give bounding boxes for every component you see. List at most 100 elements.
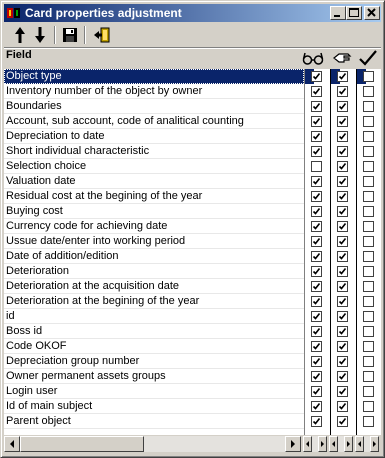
view-checkbox[interactable] (311, 221, 322, 232)
required-column-scrollbar[interactable] (355, 436, 379, 452)
view-checkbox[interactable] (311, 251, 322, 262)
table-row[interactable]: Owner permanent assets groups (4, 369, 381, 384)
view-checkbox[interactable] (311, 326, 322, 337)
field-name-cell[interactable]: Date of addition/edition (4, 249, 304, 264)
move-up-button[interactable] (10, 25, 30, 45)
table-row[interactable]: Deterioration at the acquisition date (4, 279, 381, 294)
field-name-cell[interactable]: Residual cost at the begining of the yea… (4, 189, 304, 204)
checkmark-icon[interactable] (357, 50, 379, 66)
view-checkbox[interactable] (311, 386, 322, 397)
edit-checkbox[interactable] (337, 221, 348, 232)
field-name-cell[interactable]: Parent object (4, 414, 304, 429)
required-checkbox[interactable] (363, 176, 374, 187)
required-checkbox[interactable] (363, 341, 374, 352)
table-row[interactable]: Residual cost at the begining of the yea… (4, 189, 381, 204)
table-row[interactable]: Deterioration at the begining of the yea… (4, 294, 381, 309)
field-name-cell[interactable]: Depreciation group number (4, 354, 304, 369)
field-name-cell[interactable]: Depreciation to date (4, 129, 304, 144)
view-checkbox[interactable] (311, 206, 322, 217)
app-icon[interactable] (6, 5, 22, 21)
table-row[interactable]: Ussue date/enter into working period (4, 234, 381, 249)
edit-checkbox[interactable] (337, 371, 348, 382)
table-row[interactable]: Parent object (4, 414, 381, 429)
required-checkbox[interactable] (363, 326, 374, 337)
scroll-left-button[interactable] (303, 436, 312, 452)
field-name-cell[interactable]: Deterioration at the acquisition date (4, 279, 304, 294)
view-checkbox[interactable] (311, 71, 322, 82)
view-checkbox[interactable] (311, 161, 322, 172)
edit-checkbox[interactable] (337, 266, 348, 277)
view-checkbox[interactable] (311, 416, 322, 427)
field-name-cell[interactable]: Selection choice (4, 159, 304, 174)
exit-button[interactable] (92, 25, 112, 45)
fields-grid[interactable]: Object type Inventory number of the objec… (4, 69, 381, 435)
table-row[interactable]: Inventory number of the object by owner (4, 84, 381, 99)
scroll-left-button[interactable] (4, 436, 20, 452)
edit-checkbox[interactable] (337, 86, 348, 97)
required-checkbox[interactable] (363, 101, 374, 112)
maximize-button[interactable] (346, 6, 362, 20)
view-checkbox[interactable] (311, 101, 322, 112)
view-checkbox[interactable] (311, 401, 322, 412)
edit-checkbox[interactable] (337, 281, 348, 292)
field-name-cell[interactable]: Object type (4, 69, 304, 84)
field-name-cell[interactable]: Code OKOF (4, 339, 304, 354)
scroll-left-button[interactable] (355, 436, 364, 452)
scroll-right-button[interactable] (318, 436, 327, 452)
horizontal-scrollbar[interactable] (4, 436, 301, 452)
required-checkbox[interactable] (363, 146, 374, 157)
required-checkbox[interactable] (363, 311, 374, 322)
field-name-cell[interactable]: Buying cost (4, 204, 304, 219)
table-row[interactable]: Boss id (4, 324, 381, 339)
required-checkbox[interactable] (363, 251, 374, 262)
table-row[interactable]: Depreciation to date (4, 129, 381, 144)
table-row[interactable]: Deterioration (4, 264, 381, 279)
edit-column-scrollbar[interactable] (329, 436, 353, 452)
table-row[interactable]: Boundaries (4, 99, 381, 114)
edit-checkbox[interactable] (337, 296, 348, 307)
view-checkbox[interactable] (311, 356, 322, 367)
field-column-header[interactable]: Field (6, 49, 32, 61)
view-checkbox[interactable] (311, 146, 322, 157)
edit-checkbox[interactable] (337, 176, 348, 187)
scroll-right-button[interactable] (285, 436, 301, 452)
table-row[interactable]: Selection choice (4, 159, 381, 174)
view-checkbox[interactable] (311, 176, 322, 187)
table-row[interactable]: Buying cost (4, 204, 381, 219)
view-checkbox[interactable] (311, 131, 322, 142)
edit-checkbox[interactable] (337, 101, 348, 112)
field-name-cell[interactable]: Deterioration at the begining of the yea… (4, 294, 304, 309)
table-row[interactable]: Id of main subject (4, 399, 381, 414)
field-name-cell[interactable]: Account, sub account, code of analitical… (4, 114, 304, 129)
table-row[interactable]: id (4, 309, 381, 324)
required-checkbox[interactable] (363, 296, 374, 307)
table-row[interactable]: Short individual characteristic (4, 144, 381, 159)
save-button[interactable] (60, 25, 80, 45)
field-name-cell[interactable]: Owner permanent assets groups (4, 369, 304, 384)
field-name-cell[interactable]: Deterioration (4, 264, 304, 279)
table-row[interactable]: Object type (4, 69, 381, 84)
edit-checkbox[interactable] (337, 251, 348, 262)
required-checkbox[interactable] (363, 386, 374, 397)
glasses-icon[interactable] (302, 50, 324, 66)
title-bar[interactable]: Card properties adjustment (4, 4, 381, 22)
edit-checkbox[interactable] (337, 236, 348, 247)
required-checkbox[interactable] (363, 281, 374, 292)
view-checkbox[interactable] (311, 116, 322, 127)
edit-checkbox[interactable] (337, 206, 348, 217)
view-checkbox[interactable] (311, 311, 322, 322)
required-checkbox[interactable] (363, 416, 374, 427)
edit-checkbox[interactable] (337, 341, 348, 352)
required-checkbox[interactable] (363, 356, 374, 367)
table-row[interactable]: Valuation date (4, 174, 381, 189)
field-name-cell[interactable]: Ussue date/enter into working period (4, 234, 304, 249)
required-checkbox[interactable] (363, 206, 374, 217)
field-name-cell[interactable]: Inventory number of the object by owner (4, 84, 304, 99)
table-row[interactable]: Login user (4, 384, 381, 399)
scroll-left-button[interactable] (329, 436, 338, 452)
edit-checkbox[interactable] (337, 356, 348, 367)
minimize-button[interactable] (330, 6, 346, 20)
field-name-cell[interactable]: Currency code for achieving date (4, 219, 304, 234)
scroll-right-button[interactable] (370, 436, 379, 452)
view-checkbox[interactable] (311, 236, 322, 247)
